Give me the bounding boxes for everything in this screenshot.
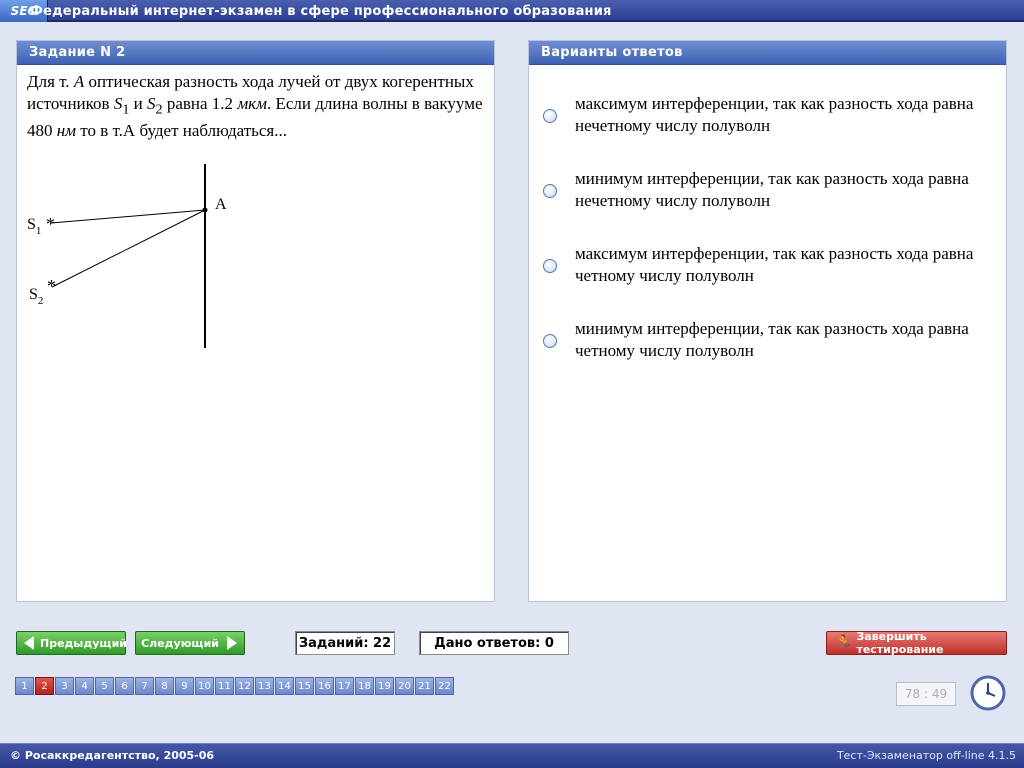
s1-letter: S	[27, 216, 36, 233]
page-button-3[interactable]: 3	[55, 677, 74, 695]
unit-mkm: мкм	[237, 94, 267, 113]
page-button-2[interactable]: 2	[35, 677, 54, 695]
page-button-13[interactable]: 13	[255, 677, 274, 695]
page-button-4[interactable]: 4	[75, 677, 94, 695]
page-button-11[interactable]: 11	[215, 677, 234, 695]
answer-text[interactable]: максимум интерференции, так как разность…	[575, 93, 983, 137]
interference-diagram: A S1 * S2 *	[27, 164, 227, 348]
page-button-16[interactable]: 16	[315, 677, 334, 695]
arrow-right-icon	[227, 636, 237, 650]
s2-sub: 2	[38, 295, 44, 307]
answers-given-count: Дано ответов: 0	[419, 631, 569, 655]
diagram-label-s1: S1	[27, 216, 41, 237]
answer-option-3[interactable]: максимум интерференции, так как разность…	[543, 243, 983, 287]
page-navigator: 1 2 3 4 5 6 7 8 9 10 11 12 13 14 15 16 17 18 19 20 21 22	[15, 677, 455, 695]
previous-button[interactable]: Предыдущий	[16, 631, 128, 655]
page-button-8[interactable]: 8	[155, 677, 174, 695]
page-button-22[interactable]: 22	[435, 677, 454, 695]
answer-text[interactable]: минимум интерференции, так как разность …	[575, 168, 983, 212]
previous-label: Предыдущий	[40, 636, 128, 650]
question-part: Для т.	[27, 72, 74, 91]
window-title: Федеральный интернет-экзамен в сфере про…	[30, 4, 612, 19]
page-button-6[interactable]: 6	[115, 677, 134, 695]
ray-s1	[50, 209, 206, 224]
next-label: Следующий	[141, 636, 219, 650]
page-button-17[interactable]: 17	[335, 677, 354, 695]
s2-subscript: 2	[155, 101, 163, 118]
app-version: Тест-Экзаменатор off-line 4.1.5	[836, 749, 1016, 762]
running-man-icon: 🏃	[835, 635, 853, 651]
task-header: Задание N 2	[17, 41, 494, 65]
page-button-10[interactable]: 10	[195, 677, 214, 695]
page-button-14[interactable]: 14	[275, 677, 294, 695]
status-bar: © Росаккредагентство, 2005-06 Тест-Экзам…	[0, 743, 1024, 768]
task-panel: Задание N 2 Для т. A оптическая разность…	[16, 40, 495, 602]
ray-s2	[51, 209, 206, 288]
s1-sub: 1	[36, 225, 42, 237]
page-button-12[interactable]: 12	[235, 677, 254, 695]
point-a-label: A	[73, 72, 85, 91]
question-part: и	[129, 94, 148, 113]
arrow-left-icon	[24, 636, 34, 650]
s2-label: S	[147, 94, 156, 113]
answer-text[interactable]: максимум интерференции, так как разность…	[575, 243, 983, 287]
finish-label: Завершить тестирование	[856, 630, 944, 656]
clock-icon	[970, 675, 1006, 711]
title-bar: SEC Федеральный интернет-экзамен в сфере…	[0, 0, 1024, 22]
page-button-7[interactable]: 7	[135, 677, 154, 695]
question-part: то в т.А будет наблюдаться...	[76, 121, 288, 141]
question-part: равна 1.2	[162, 94, 238, 113]
page-button-9[interactable]: 9	[175, 677, 194, 695]
answers-header: Варианты ответов	[529, 41, 1006, 65]
tasks-count: Заданий: 22	[295, 631, 395, 655]
s2-letter: S	[29, 286, 38, 303]
point-a	[202, 207, 208, 213]
page-button-19[interactable]: 19	[375, 677, 394, 695]
page-button-18[interactable]: 18	[355, 677, 374, 695]
answer-option-4[interactable]: минимум интерференции, так как разность …	[543, 318, 983, 362]
radio-icon[interactable]	[543, 184, 557, 198]
radio-icon[interactable]	[543, 109, 557, 123]
page-button-5[interactable]: 5	[95, 677, 114, 695]
page-button-20[interactable]: 20	[395, 677, 414, 695]
answer-text[interactable]: минимум интерференции, так как разность …	[575, 318, 983, 362]
timer-display: 78 : 49	[896, 682, 956, 706]
page-button-15[interactable]: 15	[295, 677, 314, 695]
next-button[interactable]: Следующий	[135, 631, 245, 655]
radio-icon[interactable]	[543, 259, 557, 273]
answer-option-1[interactable]: максимум интерференции, так как разность…	[543, 93, 983, 137]
diagram-label-a: A	[215, 196, 227, 213]
page-button-1[interactable]: 1	[15, 677, 34, 695]
answer-option-2[interactable]: минимум интерференции, так как разность …	[543, 168, 983, 212]
page-button-21[interactable]: 21	[415, 677, 434, 695]
unit-nm: нм	[56, 121, 77, 141]
source-s1-star: *	[46, 214, 55, 234]
source-s2-star: *	[47, 276, 56, 296]
finish-test-button[interactable]: 🏃 Завершить тестирование	[826, 630, 1007, 656]
question-text: Для т. A оптическая разность хода лучей …	[17, 65, 494, 142]
answers-panel: Варианты ответов максимум интерференции,…	[528, 40, 1007, 602]
copyright: © Росаккредагентство, 2005-06	[10, 749, 215, 762]
diagram-label-s2: S2	[29, 286, 43, 307]
radio-icon[interactable]	[543, 334, 557, 348]
